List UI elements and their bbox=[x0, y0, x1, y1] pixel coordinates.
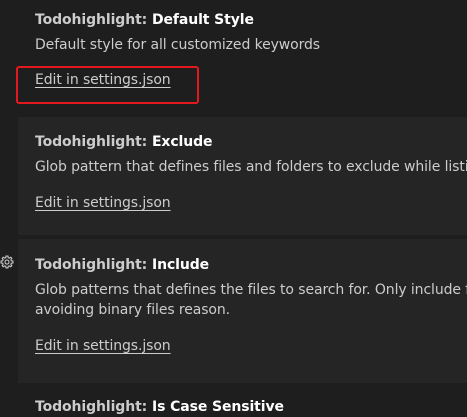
gear-icon[interactable] bbox=[0, 254, 14, 269]
setting-category: Todohighlight: bbox=[35, 134, 152, 150]
setting-category: Todohighlight: bbox=[35, 12, 152, 28]
setting-exclude: Todohighlight: Exclude Glob pattern that… bbox=[18, 117, 467, 235]
setting-label: Default Style bbox=[151, 12, 254, 28]
highlight-box bbox=[16, 66, 199, 104]
setting-is-case-sensitive: Todohighlight: Is Case Sensitive bbox=[18, 383, 467, 417]
setting-title: Todohighlight: Exclude bbox=[35, 134, 213, 150]
setting-label: Exclude bbox=[151, 134, 213, 150]
setting-description: Glob pattern that defines files and fold… bbox=[35, 159, 467, 175]
setting-category: Todohighlight: bbox=[35, 399, 152, 415]
setting-title: Todohighlight: Include bbox=[35, 257, 209, 273]
edit-in-settings-json-link[interactable]: Edit in settings.json bbox=[35, 195, 171, 211]
setting-label: Is Case Sensitive bbox=[151, 399, 284, 415]
setting-title: Todohighlight: Default Style bbox=[35, 12, 254, 28]
setting-description-line1: Glob patterns that defines the files to … bbox=[35, 282, 467, 298]
setting-label: Include bbox=[151, 257, 210, 273]
setting-include: Todohighlight: Include Glob patterns tha… bbox=[18, 239, 467, 383]
setting-category: Todohighlight: bbox=[35, 257, 152, 273]
edit-in-settings-json-link[interactable]: Edit in settings.json bbox=[35, 338, 171, 354]
setting-description-line2: avoiding binary files reason. bbox=[35, 302, 231, 318]
setting-title: Todohighlight: Is Case Sensitive bbox=[35, 399, 284, 415]
setting-description: Default style for all customized keyword… bbox=[35, 37, 320, 53]
settings-editor: Todohighlight: Default Style Default sty… bbox=[0, 0, 467, 417]
